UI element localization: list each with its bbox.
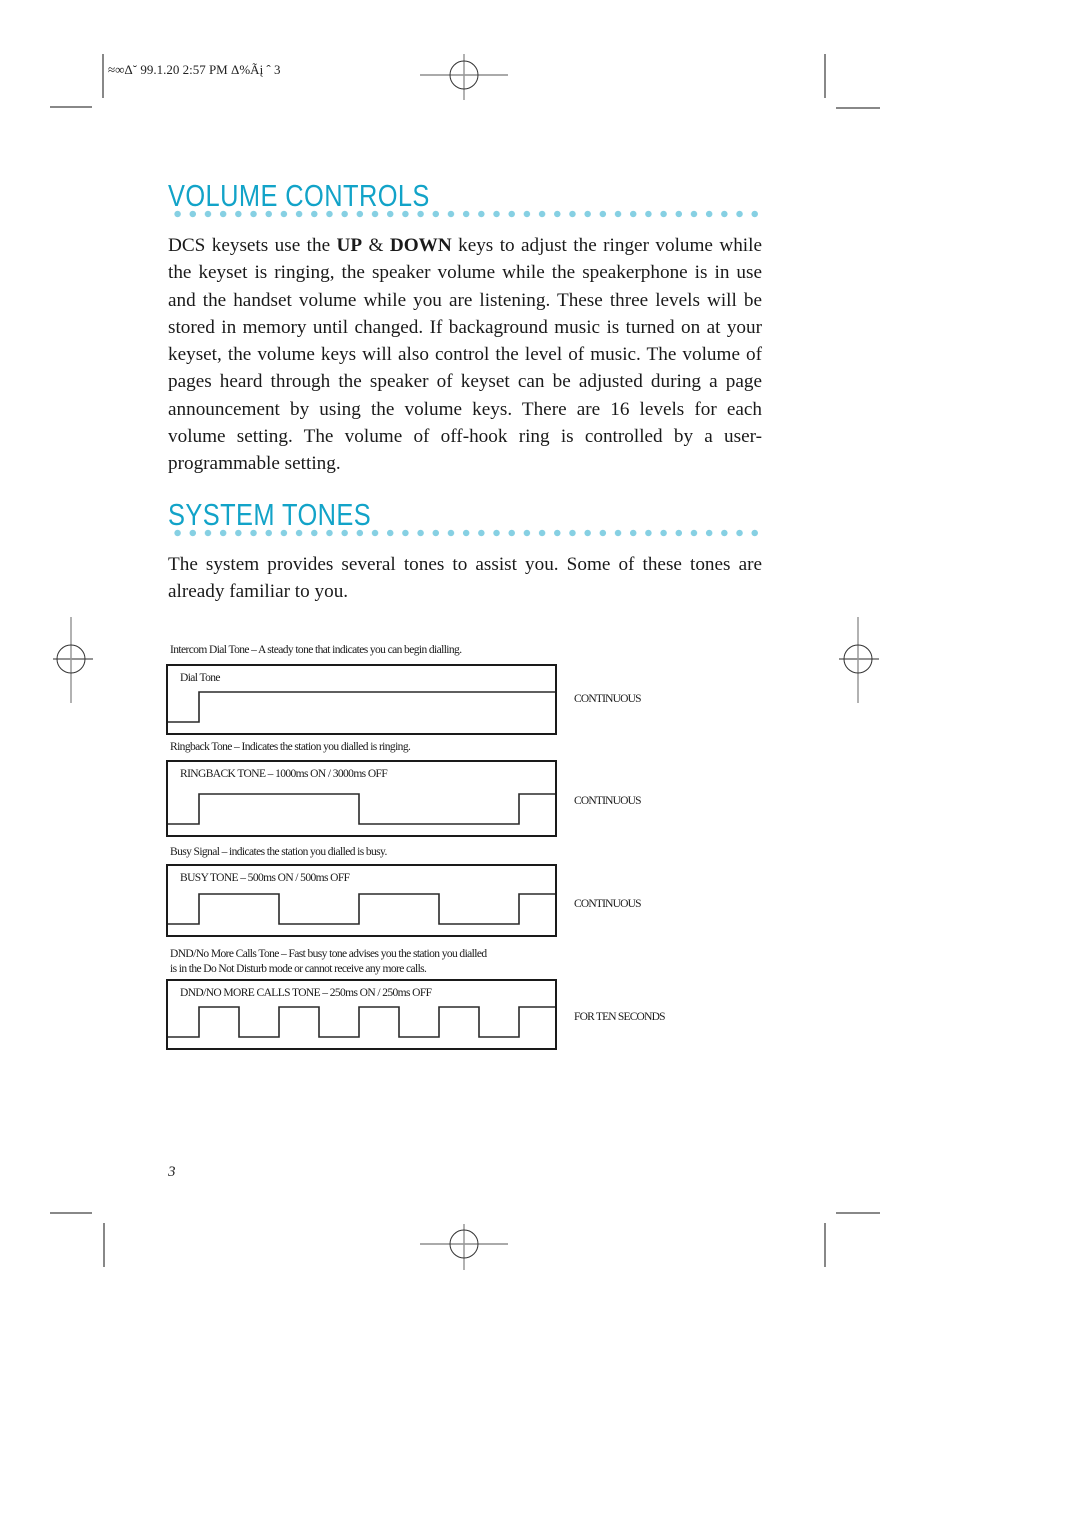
- tone-caption: Ringback Tone – Indicates the station yo…: [170, 741, 411, 753]
- tone-diagram-ringback: RINGBACK TONE – 1000ms ON / 3000ms OFF: [166, 760, 557, 837]
- print-slug: ≈∞Δ˘ 99.1.20 2:57 PM Δ%Ãį ˆ 3: [108, 62, 281, 77]
- square-wave-line: [168, 893, 555, 925]
- tone-caption: DND/No More Calls Tone – Fast busy tone …: [170, 948, 487, 960]
- crop-mark-bottom-right-v: [824, 1223, 826, 1267]
- waveform: [168, 893, 555, 925]
- up-key-label: UP: [336, 235, 363, 256]
- paragraph-text: DCS keysets use the: [168, 235, 337, 256]
- tone-caption: Busy Signal – indicates the station you …: [170, 846, 387, 858]
- registration-mark-top-icon: [420, 54, 508, 100]
- down-key-label: DOWN: [389, 235, 452, 256]
- square-wave-line: [168, 1006, 555, 1038]
- volume-controls-paragraph: DCS keysets use the UP & DOWN keys to ad…: [168, 232, 762, 478]
- crop-mark-bottom-left-h: [50, 1212, 92, 1214]
- tone-duration: CONTINUOUS: [574, 898, 642, 910]
- heading-dot-rule: [170, 529, 762, 537]
- registration-mark-right-icon: [839, 617, 879, 703]
- registration-mark-bottom-icon: [420, 1224, 508, 1270]
- registration-mark-left-icon: [53, 617, 93, 703]
- tone-duration: FOR TEN SECONDS: [574, 1011, 665, 1023]
- tone-diagram-dial: Dial Tone: [166, 664, 557, 735]
- crop-mark-top-left-v: [102, 54, 104, 98]
- tone-diagram-dnd: DND/NO MORE CALLS TONE – 250ms ON / 250m…: [166, 979, 557, 1050]
- waveform: [168, 793, 555, 825]
- system-tones-heading: SYSTEM TONES: [168, 497, 372, 532]
- paragraph-text: keys to adjust the ringer volume while t…: [168, 235, 762, 475]
- heading-dot-rule: [170, 210, 762, 218]
- tone-duration: CONTINUOUS: [574, 693, 642, 705]
- system-tones-intro: The system provides several tones to ass…: [168, 554, 762, 603]
- waveform: [168, 691, 555, 723]
- square-wave-line: [168, 793, 555, 825]
- page-number: 3: [168, 1164, 176, 1180]
- waveform: [168, 1006, 555, 1038]
- crop-mark-top-left-h: [50, 106, 92, 108]
- square-wave-line: [168, 691, 555, 723]
- tone-caption: is in the Do Not Disturb mode or cannot …: [170, 963, 427, 975]
- tone-caption: Intercom Dial Tone – A steady tone that …: [170, 644, 462, 656]
- crop-mark-top-right-h: [836, 107, 880, 109]
- volume-controls-heading: VOLUME CONTROLS: [168, 178, 430, 213]
- crop-mark-top-right-v: [824, 54, 826, 98]
- crop-mark-bottom-left-v: [103, 1223, 105, 1267]
- crop-mark-bottom-right-h: [836, 1212, 880, 1214]
- tone-duration: CONTINUOUS: [574, 795, 642, 807]
- paragraph-text: &: [362, 235, 390, 256]
- tone-diagram-busy: BUSY TONE – 500ms ON / 500ms OFF: [166, 864, 557, 937]
